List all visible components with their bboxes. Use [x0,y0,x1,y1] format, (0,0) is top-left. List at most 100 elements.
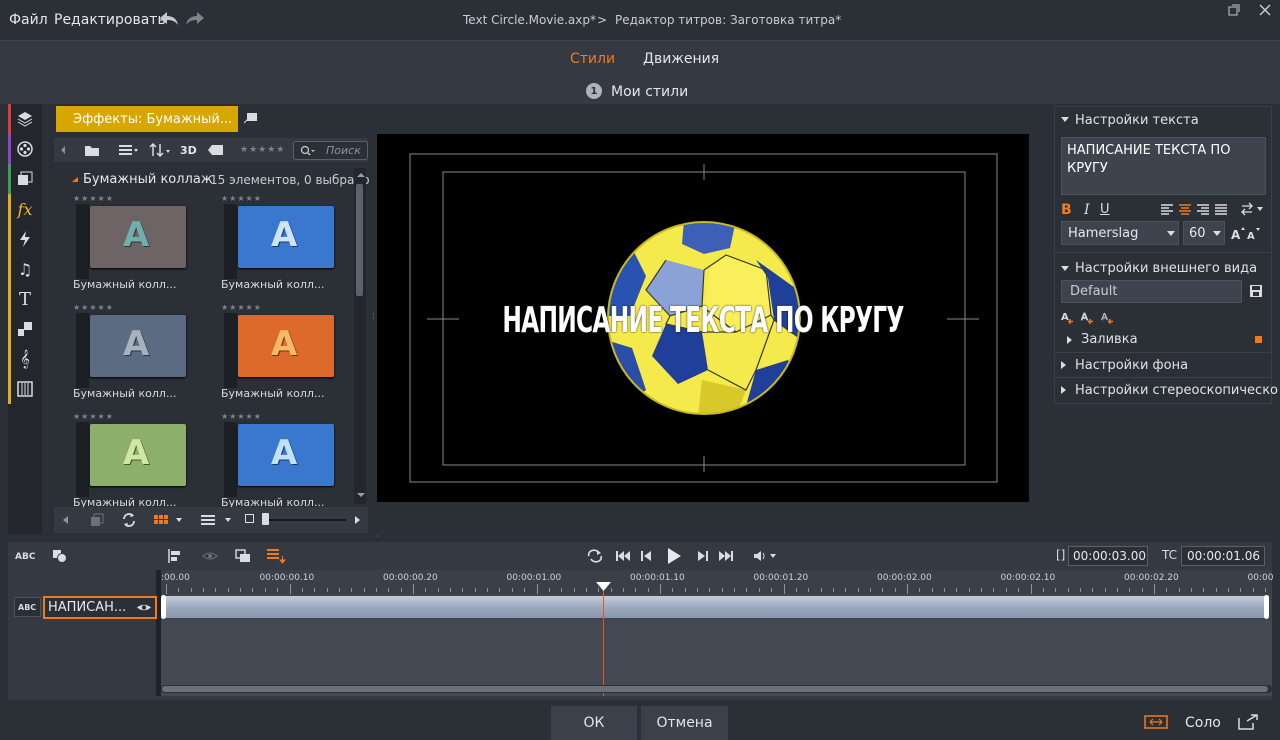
film-reel-icon[interactable] [8,134,42,164]
tab-styles[interactable]: Стили [570,51,615,67]
track-visibility-eye-icon[interactable] [136,602,152,613]
title-clip[interactable] [163,596,1269,618]
add-shadow-icon[interactable]: AA [1101,310,1115,324]
details-view-icon[interactable] [201,514,231,526]
bg-settings-header[interactable]: Настройки фона [1075,358,1188,373]
transitions-icon[interactable] [8,224,42,254]
stereo-settings-expand-icon[interactable] [1061,386,1067,394]
align-justify-icon[interactable] [1215,204,1228,215]
my-styles-label[interactable]: Мои стили [611,84,688,100]
pin-tab-icon[interactable] [244,112,258,124]
solo-button[interactable]: Соло [1185,715,1221,731]
abc-track-icon[interactable]: ABC [15,552,35,562]
search-input[interactable]: Поиск [293,141,368,160]
rating-filter[interactable]: ★★★★★ [240,145,285,155]
library-scroll-thumb[interactable] [356,184,363,296]
thumbnail-size-slider[interactable] [262,519,346,521]
go-to-start-icon[interactable] [615,549,631,563]
restore-window-icon[interactable] [1228,4,1240,16]
nav-back-icon[interactable] [59,144,67,156]
left-splitter-grip[interactable]: ⁞ [372,312,375,322]
fullscreen-export-icon[interactable] [1238,714,1258,730]
bold-button[interactable]: B [1061,202,1072,218]
item-thumbnail[interactable]: A [90,424,186,486]
scroll-up-icon[interactable] [357,172,365,178]
fill-layer-label[interactable]: Заливка [1081,332,1138,347]
item-rating-stars[interactable]: ★★★★★ [221,412,262,421]
stereo-settings-header[interactable]: Настройки стереоскопическо [1075,383,1278,398]
bg-settings-expand-icon[interactable] [1061,361,1067,369]
item-thumbnail[interactable]: A [238,206,334,268]
item-thumbnail[interactable]: A [90,315,186,377]
fill-color-swatch[interactable] [1255,336,1262,343]
timeline-ruler[interactable]: :00.00 00:00:00.10 00:00:00.20 00:00:01.00 0… [161,570,1273,594]
go-to-end-icon[interactable] [718,549,734,563]
grid-view-icon[interactable] [154,514,182,526]
collapse-category-icon[interactable] [71,176,79,184]
ok-button[interactable]: ОК [551,706,637,740]
font-size-grow-shrink-icon[interactable]: AA [1231,227,1261,241]
appearance-collapse-icon[interactable] [1061,265,1069,273]
redo-icon[interactable] [184,10,206,28]
item-rating-stars[interactable]: ★★★★★ [221,194,262,203]
underline-button[interactable]: U [1100,202,1110,217]
align-center-icon[interactable] [1179,204,1192,215]
title-text-overlay[interactable]: НАПИСАНИЕ ТЕКСТА ПО КРУГУ [468,300,937,341]
clip-trim-in-handle[interactable] [161,595,166,619]
scorefitter-clef-icon[interactable]: 𝄞 [8,344,42,374]
item-rating-stars[interactable]: ★★★★★ [221,303,262,312]
track-name-field[interactable]: НАПИСАН... [43,596,157,619]
bottom-splitter-grip[interactable]: ⋯ [372,532,381,542]
menu-file[interactable]: Файл [9,12,48,28]
item-rating-stars[interactable]: ★★★★★ [73,303,114,312]
playhead-handle[interactable] [596,582,611,592]
projects-icon[interactable] [8,164,42,194]
library-tab[interactable]: Эффекты: Бумажный... [56,106,238,132]
fit-screen-icon[interactable] [1144,715,1168,729]
save-preset-icon[interactable] [1249,284,1263,298]
refresh-icon[interactable] [122,512,136,528]
text-settings-collapse-icon[interactable] [1061,116,1069,124]
list-view-icon[interactable] [118,143,138,157]
title-text-input[interactable]: НАПИСАНИЕ ТЕКСТА ПО КРУГУ [1061,137,1266,195]
effects-fx-icon[interactable]: fx [8,194,42,224]
scroll-down-icon[interactable] [357,492,365,498]
appearance-settings-header[interactable]: Настройки внешнего вида [1075,261,1257,276]
item-rating-stars[interactable]: ★★★★★ [73,194,114,203]
step-forward-icon[interactable] [695,549,709,563]
add-face-icon[interactable]: A [1061,310,1075,324]
cancel-button[interactable]: Отмена [641,706,728,740]
shapes-icon[interactable] [52,549,68,563]
item-thumbnail[interactable]: A [90,206,186,268]
text-direction-icon[interactable] [1240,202,1264,216]
thumbnail-size-handle[interactable] [262,513,269,525]
nav-right-icon[interactable] [354,515,362,525]
fill-expand-icon[interactable] [1067,336,1073,344]
appearance-preset-field[interactable]: Default [1061,280,1242,303]
menu-edit[interactable]: Редактировать [54,12,166,28]
music-note-icon[interactable]: ♫ [8,254,42,284]
copy-icon[interactable] [90,513,104,527]
timecode-field[interactable]: 00:00:01.06 [1181,546,1265,566]
sound-effects-icon[interactable] [8,374,42,404]
close-window-icon[interactable] [1258,3,1272,17]
loop-icon[interactable] [586,549,604,563]
3d-filter-button[interactable]: 3D [180,144,197,157]
align-left-icon[interactable] [1161,204,1174,215]
align-to-track-icon[interactable] [168,549,182,563]
folder-icon[interactable] [84,143,100,157]
montage-icon[interactable] [8,314,42,344]
layers-icon[interactable] [235,549,251,563]
italic-button[interactable]: I [1084,202,1090,218]
tag-icon[interactable] [208,144,224,156]
media-library-icon[interactable] [8,104,42,134]
duration-field[interactable]: 00:00:03.00 [1068,546,1148,566]
font-family-select[interactable]: Hamerslag [1061,221,1179,245]
preview-canvas[interactable]: НАПИСАНИЕ ТЕКСТА ПО КРУГУ [377,134,1029,502]
timeline-scroll-thumb[interactable] [162,686,1268,692]
undo-icon[interactable] [158,10,180,28]
titles-icon[interactable]: T [8,284,42,314]
step-back-icon[interactable] [640,549,654,563]
add-edge-icon[interactable]: A [1081,310,1095,324]
item-thumbnail[interactable]: A [238,315,334,377]
